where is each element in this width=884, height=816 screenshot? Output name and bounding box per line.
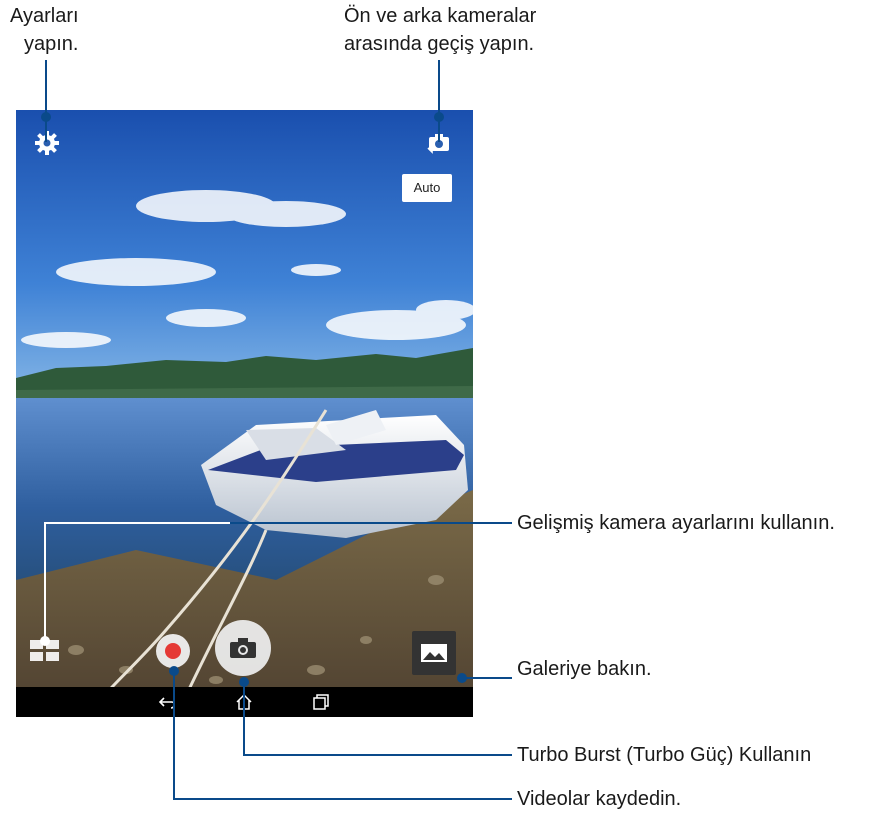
advanced-callout-line-white-h <box>44 522 230 524</box>
back-icon[interactable] <box>158 692 178 712</box>
settings-callout-line1: Ayarları <box>10 5 79 27</box>
gallery-callout: Galeriye bakın. <box>517 658 652 680</box>
gallery-callout-dot <box>457 673 467 683</box>
gallery-button[interactable] <box>412 631 456 675</box>
advanced-settings-callout: Gelişmiş kamera ayarlarını kullanın. <box>517 512 835 534</box>
switch-callout-line <box>438 60 440 142</box>
scene-mode-badge[interactable]: Auto <box>402 174 452 202</box>
turbo-callout-line-v <box>243 680 245 755</box>
advanced-callout-dot <box>40 636 50 646</box>
turbo-burst-callout: Turbo Burst (Turbo Güç) Kullanın <box>517 744 812 766</box>
gear-icon[interactable] <box>34 130 60 156</box>
settings-callout-dot <box>41 112 51 122</box>
record-icon <box>165 643 181 659</box>
shutter-button[interactable] <box>215 620 271 676</box>
turbo-callout-dot <box>239 677 249 687</box>
settings-callout-line <box>45 60 47 142</box>
advanced-callout-line <box>230 522 512 524</box>
advanced-callout-line-white-v <box>44 522 46 641</box>
turbo-callout-line-h <box>243 754 512 756</box>
settings-callout-line2: yapın. <box>24 33 79 55</box>
video-callout-line-h <box>173 798 512 800</box>
switch-callout-dot <box>434 112 444 122</box>
camera-icon <box>230 638 256 658</box>
record-video-callout: Videolar kaydedin. <box>517 788 682 810</box>
video-callout-line-v <box>173 670 175 799</box>
record-button[interactable] <box>156 634 190 668</box>
gallery-callout-line <box>460 677 512 679</box>
gallery-icon <box>421 644 447 662</box>
recents-icon[interactable] <box>311 692 331 712</box>
camera-screen: Auto <box>16 110 473 717</box>
video-callout-dot <box>169 666 179 676</box>
switch-camera-callout-line2: arasında geçiş yapın. <box>344 33 535 55</box>
switch-camera-callout-line1: Ön ve arka kameralar <box>344 5 537 27</box>
